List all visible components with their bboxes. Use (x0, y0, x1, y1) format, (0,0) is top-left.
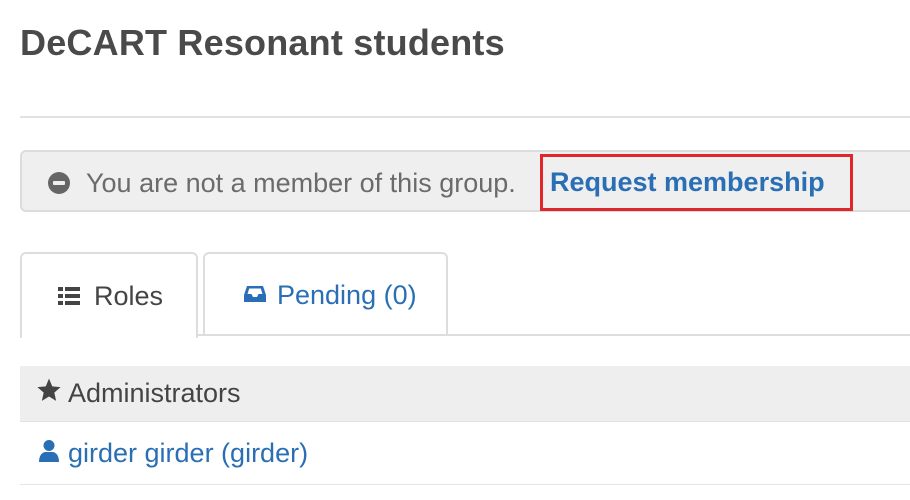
member-link[interactable]: girder girder (girder) (68, 438, 308, 469)
user-icon (38, 439, 60, 468)
tab-pending[interactable]: Pending (0) (203, 252, 448, 336)
request-membership-link[interactable]: Request membership (540, 154, 853, 211)
tab-pending-label: Pending (0) (277, 279, 417, 310)
page-title: DeCART Resonant students (20, 22, 505, 63)
list-item: girder girder (girder) (20, 423, 910, 485)
star-icon (36, 377, 62, 410)
section-title: Administrators (68, 378, 241, 408)
list-icon (58, 287, 80, 305)
inbox-icon (243, 280, 267, 311)
tab-bar-border (198, 334, 910, 336)
divider (20, 116, 910, 118)
administrators-header: Administrators (20, 366, 910, 422)
tab-roles-label: Roles (94, 280, 164, 311)
tab-roles[interactable]: Roles (20, 252, 198, 338)
notice-text: You are not a member of this group. (86, 168, 516, 198)
minus-circle-icon (48, 172, 70, 194)
